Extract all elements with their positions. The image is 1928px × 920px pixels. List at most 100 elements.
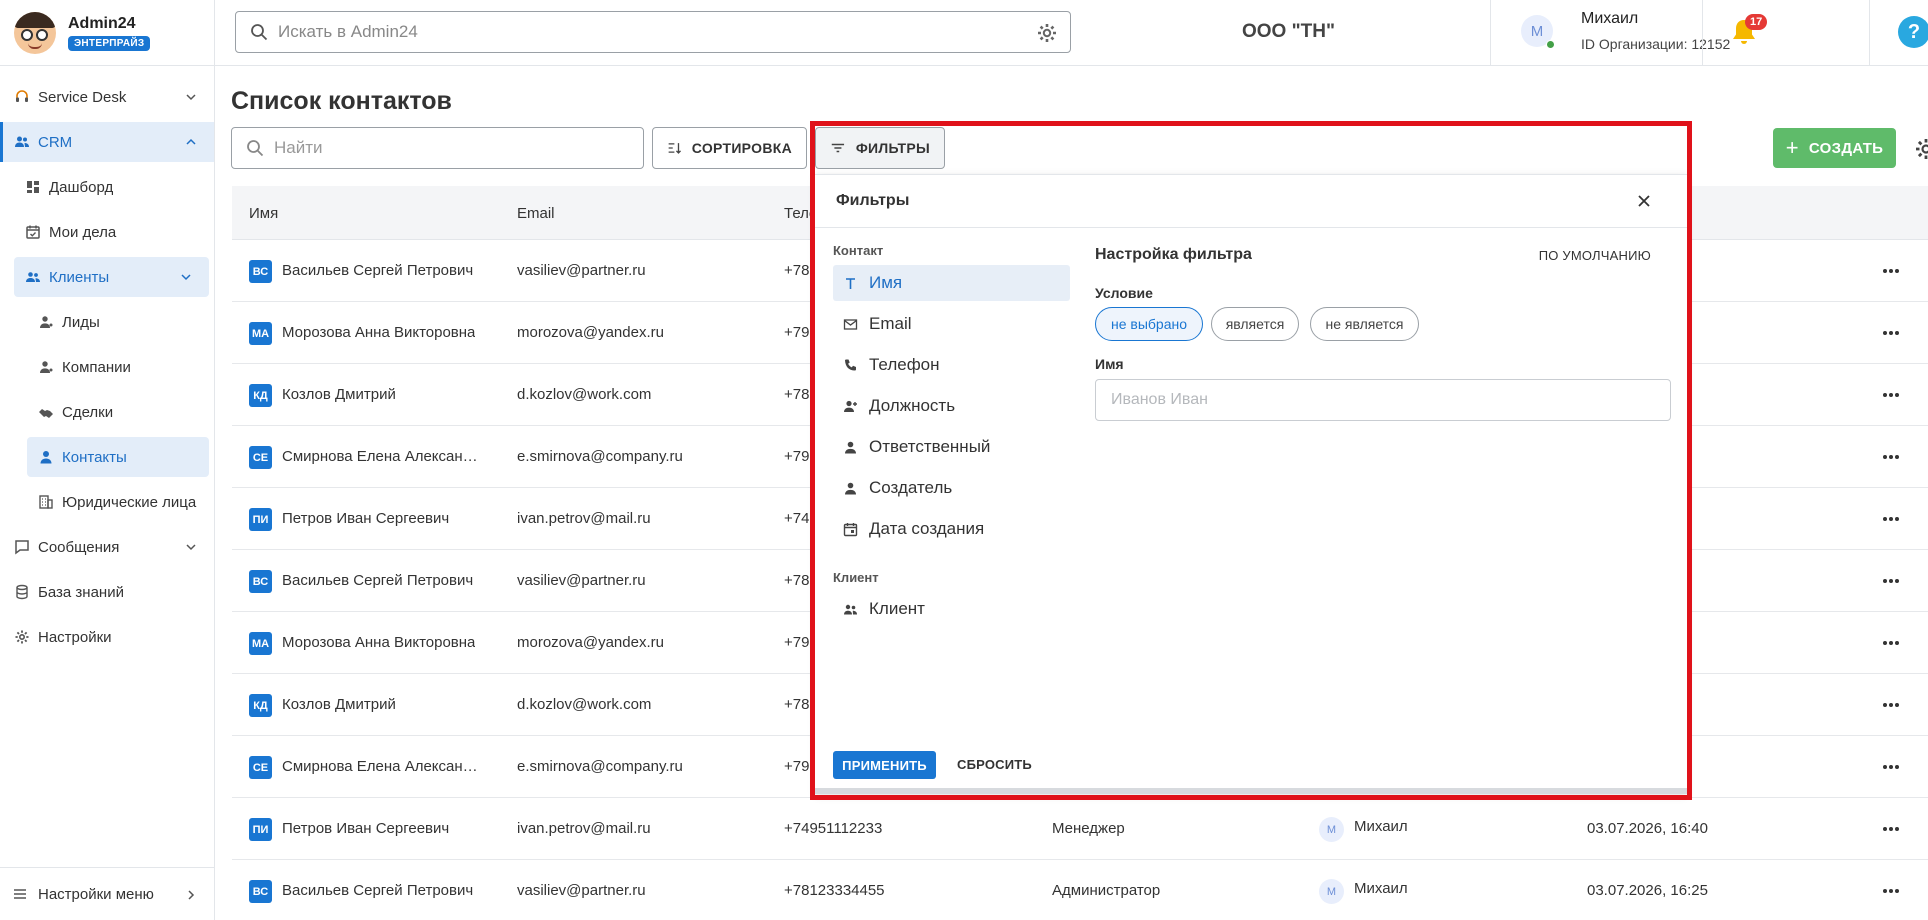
column-header-email[interactable]: Email: [517, 205, 555, 222]
contact-name[interactable]: Козлов Дмитрий: [282, 696, 396, 713]
contact-name[interactable]: Морозова Анна Викторовна: [282, 324, 475, 341]
handshake-icon: [39, 409, 53, 418]
sidebar-item-my-tasks[interactable]: Мои дела: [14, 212, 209, 252]
help-icon[interactable]: ?: [1898, 16, 1928, 48]
more-icon[interactable]: [1881, 262, 1901, 280]
more-icon[interactable]: [1881, 386, 1901, 404]
contact-phone: +78: [784, 696, 810, 713]
condition-not-selected[interactable]: не выбрано: [1095, 307, 1203, 341]
person-icon: [40, 361, 53, 373]
more-icon[interactable]: [1881, 758, 1901, 776]
phone-icon: [845, 359, 856, 370]
contact-avatar: КД: [249, 384, 272, 407]
sidebar-item-settings[interactable]: Настройки: [0, 617, 214, 657]
apply-button[interactable]: ПРИМЕНИТЬ: [833, 751, 936, 779]
contact-name[interactable]: Васильев Сергей Петрович: [282, 262, 473, 279]
page-title: Список контактов: [231, 87, 452, 115]
menu-settings-button[interactable]: Настройки меню: [0, 867, 214, 920]
filter-field-label: Дата создания: [869, 519, 985, 538]
global-search[interactable]: [235, 11, 1071, 53]
filter-field-position[interactable]: Должность: [833, 388, 1070, 424]
filter-value-input[interactable]: [1095, 379, 1671, 421]
sidebar-item-contacts[interactable]: Контакты: [27, 437, 209, 477]
condition-is-not[interactable]: не является: [1310, 307, 1419, 341]
more-icon[interactable]: [1881, 510, 1901, 528]
person-icon: [40, 451, 52, 464]
menu-settings-label: Настройки меню: [38, 885, 154, 903]
condition-is[interactable]: является: [1211, 307, 1299, 341]
sidebar-item-label: Сообщения: [38, 538, 120, 556]
filters-button[interactable]: ФИЛЬТРЫ: [815, 127, 945, 169]
filter-field-label: Должность: [869, 396, 956, 415]
created-date: 03.07.2026, 16:25: [1587, 882, 1708, 899]
value-label: Имя: [1095, 356, 1124, 372]
more-icon[interactable]: [1881, 634, 1901, 652]
more-icon[interactable]: [1881, 572, 1901, 590]
filter-field-client[interactable]: Клиент: [833, 591, 1070, 627]
user-name[interactable]: Михаил: [1581, 10, 1638, 28]
filter-icon: [831, 143, 845, 153]
filter-field-phone[interactable]: Телефон: [833, 347, 1070, 383]
more-icon[interactable]: [1881, 820, 1901, 838]
sidebar-item-service-desk[interactable]: Service Desk: [0, 77, 214, 117]
horizontal-scrollbar[interactable]: [815, 788, 1687, 794]
filter-field-email[interactable]: Email: [833, 306, 1070, 342]
filter-field-creator[interactable]: Создатель: [833, 470, 1070, 506]
contacts-search-input[interactable]: [274, 138, 634, 158]
header-divider: [1490, 0, 1491, 66]
sidebar-item-label: Лиды: [62, 313, 100, 331]
chevron-down-icon: [186, 94, 196, 101]
filter-field-name[interactable]: Имя: [833, 265, 1070, 301]
contact-phone: +78: [784, 386, 810, 403]
column-header-name[interactable]: Имя: [249, 205, 278, 222]
sidebar-item-deals[interactable]: Сделки: [27, 392, 209, 432]
sidebar-item-crm[interactable]: CRM: [0, 122, 214, 162]
contact-email: d.kozlov@work.com: [517, 696, 652, 713]
more-icon[interactable]: [1881, 324, 1901, 342]
filter-field-created-date[interactable]: Дата создания: [833, 511, 1070, 547]
gear-icon[interactable]: [1036, 22, 1058, 44]
organization-name[interactable]: ООО "ТН": [1242, 21, 1335, 43]
contact-name[interactable]: Петров Иван Сергеевич: [282, 510, 449, 527]
contact-name[interactable]: Васильев Сергей Петрович: [282, 572, 473, 589]
contact-name[interactable]: Петров Иван Сергеевич: [282, 820, 449, 837]
filter-field-label: Клиент: [869, 599, 925, 618]
contacts-search[interactable]: [231, 127, 644, 169]
sidebar-item-clients[interactable]: Клиенты: [14, 257, 209, 297]
reset-button[interactable]: СБРОСИТЬ: [957, 757, 1032, 772]
close-icon[interactable]: [1635, 192, 1653, 210]
contact-name[interactable]: Васильев Сергей Петрович: [282, 882, 473, 899]
contact-name[interactable]: Козлов Дмитрий: [282, 386, 396, 403]
table-row[interactable]: ВС Васильев Сергей Петрович vasiliev@partn…: [232, 860, 1928, 920]
more-icon[interactable]: [1881, 696, 1901, 714]
filters-label: ФИЛЬТРЫ: [855, 140, 930, 156]
sidebar-item-knowledge-base[interactable]: База знаний: [0, 572, 214, 612]
sidebar-item-dashboard[interactable]: Дашборд: [14, 167, 209, 207]
text-icon: [846, 277, 855, 289]
more-icon[interactable]: [1881, 448, 1901, 466]
more-icon[interactable]: [1881, 882, 1901, 900]
table-row[interactable]: ПИ Петров Иван Сергеевич ivan.petrov@mail.…: [232, 798, 1928, 860]
global-search-input[interactable]: [278, 22, 1018, 42]
building-icon: [39, 495, 53, 509]
create-button[interactable]: + СОЗДАТЬ: [1773, 128, 1896, 168]
contact-name[interactable]: Смирнова Елена Александр...: [282, 448, 482, 465]
sidebar-item-legal-entities[interactable]: Юридические лица: [27, 482, 209, 522]
contact-avatar: ВС: [249, 570, 272, 593]
contact-email: morozova@yandex.ru: [517, 324, 664, 341]
contact-name[interactable]: Смирнова Елена Александр...: [282, 758, 482, 775]
chevron-down-icon: [181, 274, 191, 281]
brand[interactable]: Admin24 ЭНТЕРПРАЙЗ: [0, 0, 214, 66]
sort-button[interactable]: СОРТИРОВКА: [652, 127, 807, 169]
gear-icon[interactable]: [1914, 137, 1928, 161]
sidebar-item-label: Контакты: [62, 448, 127, 466]
column-header-phone[interactable]: Теле: [784, 205, 817, 222]
contact-phone: +78123334455: [784, 882, 885, 899]
sidebar-item-leads[interactable]: Лиды: [27, 302, 209, 342]
sidebar-item-companies[interactable]: Компании: [27, 347, 209, 387]
default-button[interactable]: ПО УМОЛЧАНИЮ: [1539, 248, 1651, 263]
contact-name[interactable]: Морозова Анна Викторовна: [282, 634, 475, 651]
sidebar-item-messages[interactable]: Сообщения: [0, 527, 214, 567]
filters-panel-header: Фильтры: [815, 175, 1687, 228]
filter-field-responsible[interactable]: Ответственный: [833, 429, 1070, 465]
